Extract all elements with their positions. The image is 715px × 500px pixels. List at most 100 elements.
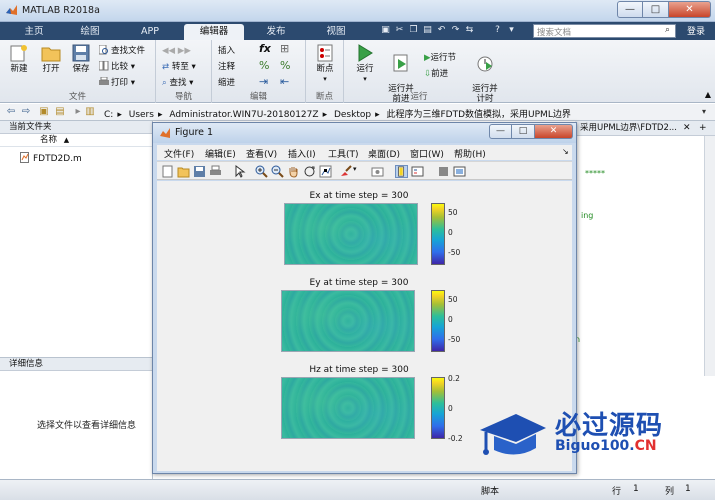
heatmap-ex[interactable] — [284, 203, 418, 265]
minimize-button[interactable]: — — [617, 1, 643, 18]
breadcrumb-user[interactable]: Administrator.WIN7U-20180127Z — [169, 110, 318, 120]
print-button[interactable]: 打印 ▾ — [99, 77, 135, 89]
find-button[interactable]: ⌕ 查找 ▾ — [162, 77, 193, 89]
new-button[interactable]: 新建 — [4, 44, 34, 74]
root-folder-icon[interactable]: ▥ — [84, 106, 96, 118]
menu-insert[interactable]: 插入(I) — [288, 147, 316, 160]
menu-dock-icon[interactable]: ↘ — [562, 147, 569, 156]
colorbar-icon[interactable] — [395, 165, 408, 178]
insert-options-icon[interactable]: ⊞ — [280, 43, 289, 55]
compare-button[interactable]: 比较 ▾ — [99, 61, 135, 73]
hide-plot-tools-icon[interactable] — [437, 165, 450, 178]
zoom-in-icon[interactable] — [255, 165, 268, 178]
goto-button[interactable]: ⇄ 转至 ▾ — [162, 61, 196, 73]
rotate-icon[interactable] — [303, 165, 316, 178]
menu-help[interactable]: 帮助(H) — [454, 147, 486, 160]
breakpoints-button[interactable]: 断点 ▾ — [310, 44, 340, 84]
brush-icon[interactable] — [339, 165, 352, 178]
up-folder-icon[interactable]: ▣ — [38, 106, 50, 118]
quick-help-icon[interactable]: ? — [492, 25, 503, 36]
figure-close-button[interactable]: ✕ — [535, 124, 573, 139]
tab-apps[interactable]: APP — [124, 24, 176, 40]
link-icon[interactable] — [371, 165, 384, 178]
pan-icon[interactable] — [287, 165, 300, 178]
menu-file[interactable]: 文件(F) — [164, 147, 194, 160]
quick-copy-icon[interactable]: ❐ — [408, 25, 419, 36]
forward-icon[interactable]: ⇨ — [20, 106, 32, 118]
advance-button[interactable]: ⇩前进 — [424, 68, 448, 80]
forward-arrow-icon[interactable]: ▶▶ — [178, 46, 191, 56]
back-icon[interactable]: ⇦ — [5, 106, 17, 118]
comment-icon[interactable]: % — [259, 60, 269, 72]
maximize-button[interactable]: □ — [643, 1, 669, 18]
breadcrumb-users[interactable]: Users — [129, 110, 154, 120]
back-arrow-icon[interactable]: ◀◀ — [162, 46, 175, 56]
pointer-icon[interactable] — [233, 165, 246, 178]
search-documentation-input[interactable]: 搜索文档 — [533, 24, 676, 38]
menu-view[interactable]: 查看(V) — [246, 147, 277, 160]
indent-button[interactable]: 缩进 — [218, 77, 235, 89]
editor-scrollbar[interactable] — [704, 136, 715, 376]
tab-plots[interactable]: 绘图 — [64, 24, 116, 40]
quick-cut-icon[interactable]: ✂ — [394, 25, 405, 36]
column-header-name[interactable]: 名称 ▲ — [0, 134, 152, 147]
quick-redo-icon[interactable]: ↷ — [450, 25, 461, 36]
breadcrumb-drive[interactable]: C: — [104, 110, 113, 120]
quick-undo-icon[interactable]: ↶ — [436, 25, 447, 36]
tab-home[interactable]: 主页 — [8, 24, 60, 40]
close-button[interactable]: ✕ — [669, 1, 711, 18]
comment-button[interactable]: 注释 — [218, 61, 235, 73]
quick-switch-icon[interactable]: ⇆ — [464, 25, 475, 36]
colorbar-ey[interactable] — [431, 290, 445, 352]
open-button[interactable]: 打开 — [36, 44, 66, 74]
editor-file-tab[interactable]: 采用UPML边界\FDTD2... — [575, 121, 715, 136]
open-icon[interactable] — [177, 165, 190, 178]
nav-arrows[interactable]: ◀◀ ▶▶ — [162, 45, 191, 57]
quick-paste-icon[interactable]: ▤ — [422, 25, 433, 36]
figure-title-bar[interactable]: Figure 1 — □ ✕ — [153, 123, 576, 143]
code-line[interactable]: ***** — [585, 169, 605, 178]
figure-maximize-button[interactable]: □ — [512, 124, 535, 139]
show-plot-tools-icon[interactable] — [453, 165, 466, 178]
breadcrumb-desktop[interactable]: Desktop — [334, 110, 371, 120]
menu-tools[interactable]: 工具(T) — [328, 147, 359, 160]
quick-options-icon[interactable]: ▾ — [506, 25, 517, 36]
heatmap-ey[interactable] — [281, 290, 415, 352]
save-button[interactable]: 保存 — [66, 44, 96, 74]
collapse-ribbon-icon[interactable]: ▲ — [705, 90, 711, 99]
menu-window[interactable]: 窗口(W) — [410, 147, 444, 160]
colorbar-ex[interactable] — [431, 203, 445, 265]
function-icon[interactable]: fx — [259, 43, 271, 55]
find-files-button[interactable]: 查找文件 — [99, 45, 145, 57]
editor-close-icon[interactable]: ✕ — [683, 123, 691, 133]
search-icon[interactable]: ⌕ — [662, 25, 673, 36]
legend-icon[interactable] — [411, 165, 424, 178]
menu-edit[interactable]: 编辑(E) — [205, 147, 236, 160]
file-item[interactable]: FDTD2D.m — [20, 152, 82, 164]
quick-save-icon[interactable]: ▣ — [380, 25, 391, 36]
print-icon[interactable] — [209, 165, 222, 178]
smart-indent-icon[interactable]: ⇥ — [259, 76, 268, 88]
new-figure-icon[interactable] — [161, 165, 174, 178]
tab-editor[interactable]: 编辑器 — [184, 24, 244, 40]
browse-folder-icon[interactable]: ▤ — [54, 106, 66, 118]
data-cursor-icon[interactable] — [319, 165, 332, 178]
tab-publish[interactable]: 发布 — [250, 24, 302, 40]
zoom-out-icon[interactable] — [271, 165, 284, 178]
insert-button[interactable]: 插入 — [218, 45, 235, 57]
heatmap-hz[interactable] — [281, 377, 415, 439]
figure-minimize-button[interactable]: — — [489, 124, 512, 139]
editor-add-tab-icon[interactable]: + — [699, 123, 707, 133]
run-section-button[interactable]: ▶运行节 — [424, 52, 456, 64]
colorbar-hz[interactable] — [431, 377, 445, 439]
code-line[interactable]: ing — [581, 211, 593, 220]
decrease-indent-icon[interactable]: ⇤ — [280, 76, 289, 88]
login-button[interactable]: 登录 — [680, 25, 712, 39]
run-button[interactable]: 运行 ▾ — [350, 44, 380, 84]
save-icon[interactable] — [193, 165, 206, 178]
address-dropdown-icon[interactable]: ▾ — [698, 106, 710, 118]
breadcrumb-project[interactable]: 此程序为三维FDTD数值模拟，采用UPML边界 — [387, 110, 571, 120]
tab-view[interactable]: 视图 — [310, 24, 362, 40]
brush-dropdown-icon[interactable]: ▾ — [353, 165, 366, 178]
menu-desktop[interactable]: 桌面(D) — [368, 147, 400, 160]
